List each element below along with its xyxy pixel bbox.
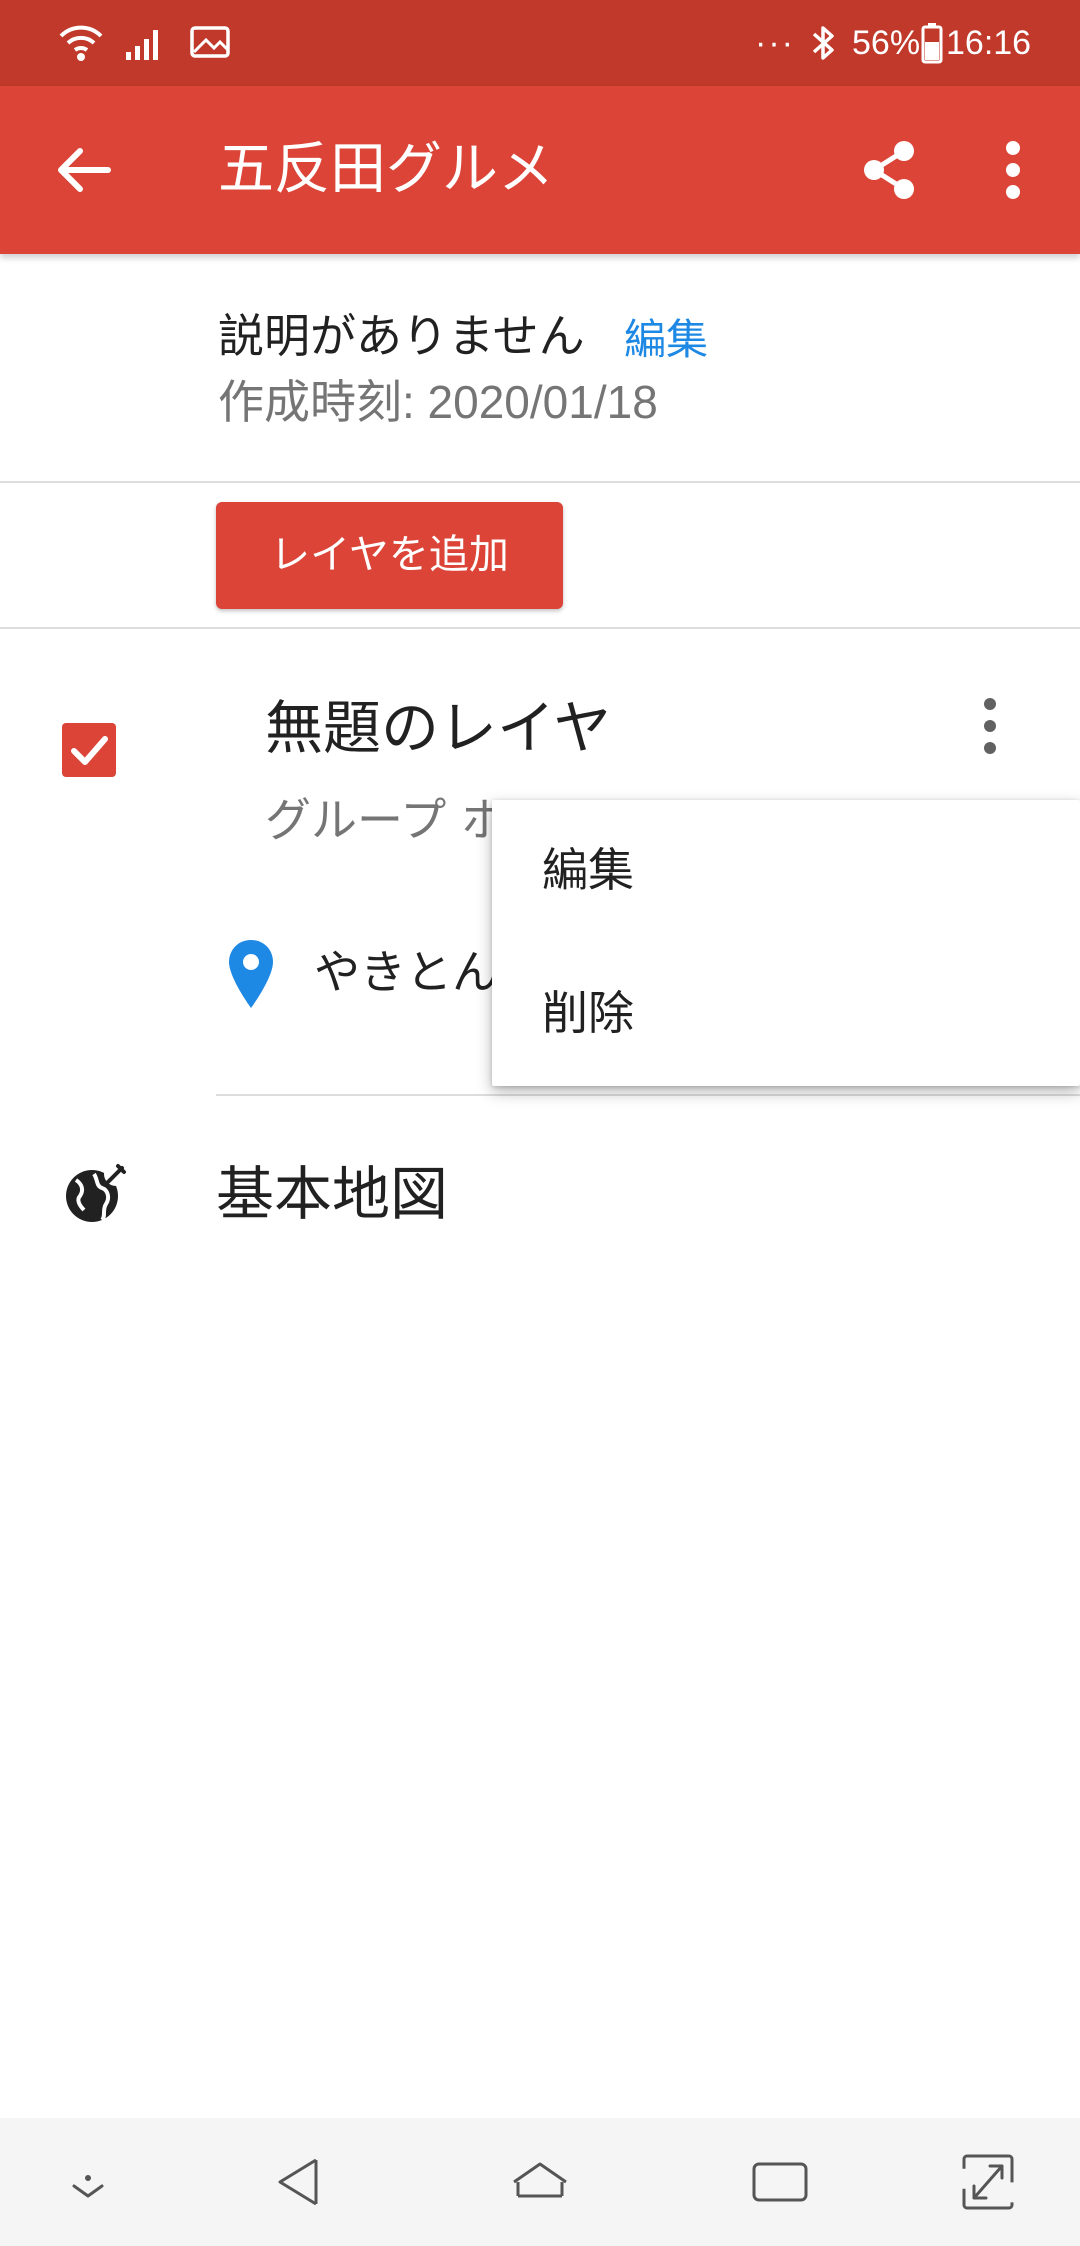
hide-keyboard-icon[interactable] bbox=[48, 2142, 128, 2222]
divider bbox=[216, 1094, 1080, 1096]
layer-more-vert-icon[interactable] bbox=[960, 690, 1020, 762]
map-pin-icon bbox=[229, 940, 273, 1008]
navigation-bar bbox=[0, 2118, 1080, 2246]
more-dots-icon: ··· bbox=[755, 24, 795, 62]
map-description: 説明がありません bbox=[218, 309, 585, 363]
menu-item-delete[interactable]: 削除 bbox=[492, 943, 1080, 1086]
home-icon[interactable] bbox=[500, 2142, 580, 2222]
place-item[interactable]: やきとん bbox=[314, 942, 498, 1002]
battery-percentage: 56% bbox=[852, 24, 921, 62]
battery-icon bbox=[921, 23, 943, 64]
globe-edit-icon bbox=[66, 1162, 128, 1222]
divider bbox=[0, 627, 1080, 629]
share-icon[interactable] bbox=[844, 125, 934, 215]
more-vert-icon[interactable] bbox=[968, 125, 1058, 215]
divider bbox=[0, 481, 1080, 483]
menu-item-label: 削除 bbox=[542, 986, 634, 1040]
status-bar: ··· 56% 16:16 bbox=[0, 0, 1080, 86]
layer-group-style[interactable]: グループ ホ bbox=[265, 790, 507, 850]
wifi-icon bbox=[59, 25, 103, 61]
back-arrow-icon[interactable] bbox=[40, 125, 130, 215]
page-title: 五反田グルメ bbox=[218, 137, 554, 202]
menu-item-edit[interactable]: 編集 bbox=[492, 800, 1080, 943]
bluetooth-icon bbox=[812, 26, 834, 60]
image-icon bbox=[190, 26, 230, 58]
check-icon bbox=[71, 736, 108, 765]
menu-item-label: 編集 bbox=[542, 843, 634, 897]
clock: 16:16 bbox=[946, 24, 1032, 62]
app-bar: 五反田グルメ bbox=[0, 86, 1080, 254]
layer-title[interactable]: 無題のレイヤ bbox=[265, 692, 611, 764]
signal-icon bbox=[126, 30, 158, 60]
layer-visibility-checkbox[interactable] bbox=[62, 723, 116, 777]
recents-icon[interactable] bbox=[740, 2142, 820, 2222]
add-layer-button[interactable]: レイヤを追加 bbox=[216, 502, 563, 609]
layer-options-menu: 編集 削除 bbox=[492, 800, 1080, 1086]
created-date: 作成時刻: 2020/01/18 bbox=[218, 376, 658, 428]
edit-description-link[interactable]: 編集 bbox=[624, 312, 708, 368]
fullscreen-icon[interactable] bbox=[948, 2142, 1028, 2222]
back-triangle-icon[interactable] bbox=[260, 2142, 340, 2222]
basemap-label[interactable]: 基本地図 bbox=[216, 1158, 448, 1230]
